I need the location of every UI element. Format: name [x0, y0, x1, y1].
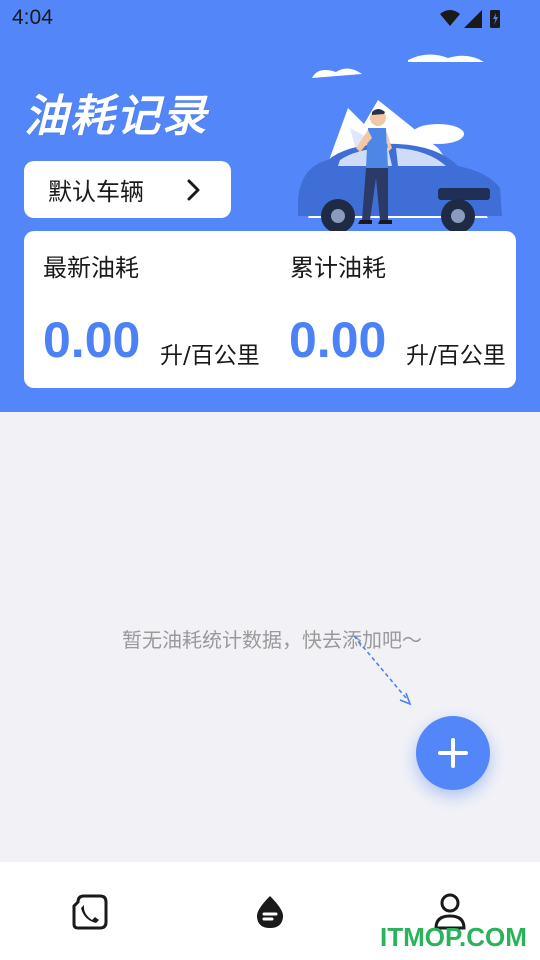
page-title: 油耗记录 — [24, 91, 208, 142]
chevron-right-icon — [187, 179, 200, 201]
fuel-drop-icon — [256, 896, 284, 928]
plus-icon — [438, 738, 468, 768]
status-icons — [440, 10, 500, 28]
phone-icon — [72, 894, 108, 930]
watermark-text: ITMOP.COM — [380, 922, 527, 952]
dashed-arrow-icon — [353, 635, 412, 706]
car-illustration — [298, 54, 502, 233]
default-vehicle-button[interactable]: 默认车辆 — [24, 161, 231, 218]
total-consumption-label: 累计油耗 — [290, 254, 386, 282]
add-record-button[interactable] — [416, 716, 490, 790]
vehicle-button-label: 默认车辆 — [48, 178, 144, 206]
latest-consumption-value: 0.00 — [43, 312, 141, 368]
nav-item-fuel[interactable] — [250, 892, 290, 932]
empty-state-text: 暂无油耗统计数据，快去添加吧～ — [122, 628, 422, 652]
header-banner: 4:04 油耗记录 默认车辆 最新油耗 0.00 升/百公里 累计油耗 0.00… — [0, 0, 540, 412]
status-time: 4:04 — [12, 6, 53, 29]
total-consumption-value: 0.00 — [289, 312, 387, 368]
latest-consumption-label: 最新油耗 — [43, 254, 139, 282]
latest-consumption-unit: 升/百公里 — [160, 343, 260, 369]
signal-icon — [464, 10, 482, 28]
nav-item-phone[interactable] — [70, 892, 110, 932]
fuel-stats-card: 最新油耗 0.00 升/百公里 累计油耗 0.00 升/百公里 — [24, 231, 516, 388]
wifi-icon — [440, 10, 460, 26]
total-consumption-unit: 升/百公里 — [406, 343, 506, 369]
status-bar: 4:04 — [0, 0, 540, 38]
